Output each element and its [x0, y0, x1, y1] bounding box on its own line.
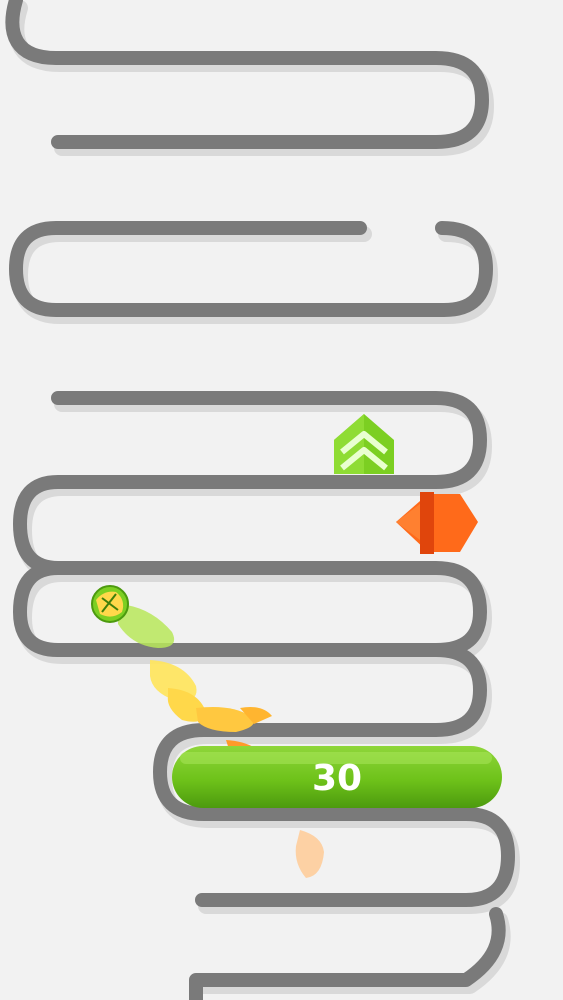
- score-pill-value: 30: [312, 758, 362, 799]
- spinner-blade-icon: [396, 492, 478, 554]
- game-scene: 30: [5, 0, 520, 1000]
- game-canvas[interactable]: 30: [0, 0, 563, 1000]
- score-pill: 30: [172, 746, 502, 808]
- chevron-up-icon: [334, 414, 394, 474]
- ball-icon[interactable]: [91, 585, 129, 623]
